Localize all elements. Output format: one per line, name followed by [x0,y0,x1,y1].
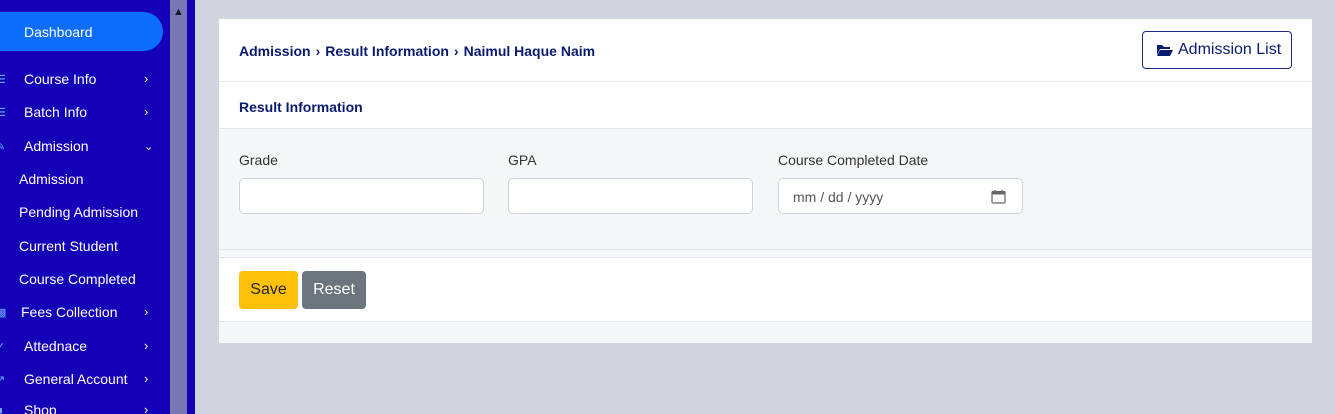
chevron-right-icon: › [144,338,149,353]
sidebar-item-course-info[interactable]: ☰ Course Info › [0,71,170,95]
section-header: Result Information [219,82,1312,129]
sidebar-item-label: Attednace [24,338,88,354]
sidebar-subitem-pending-admission[interactable]: Pending Admission [19,204,138,220]
card-footer [219,321,1312,343]
sidebar-subitem-admission[interactable]: Admission [19,171,84,187]
sidebar-item-general-account[interactable]: ↗ General Account › [0,371,170,395]
course-completed-date-label: Course Completed Date [778,152,929,168]
reset-button[interactable]: Reset [302,271,366,309]
sidebar: Dashboard ☰ Course Info › ☰ Batch Info ›… [0,0,170,414]
sidebar-item-admission[interactable]: ✎ Admission ⌄ [0,138,170,162]
sidebar-item-attendance[interactable]: ✓ Attednace › [0,338,170,362]
sidebar-item-label: Shop [24,402,57,414]
result-form: Grade GPA Course Completed Date mm / dd … [219,129,1312,250]
sidebar-item-label: Batch Info [24,104,88,120]
chevron-right-icon: › [144,304,149,319]
date-placeholder: mm / dd / yyyy [793,189,884,205]
gpa-input[interactable] [508,178,753,214]
form-separator [219,250,1312,258]
chevron-right-icon: › [453,43,459,59]
result-information-card: Admission › Result Information › Naimul Haqu… [219,19,1312,343]
card-header: Admission › Result Information › Naimul Haqu… [219,19,1312,82]
folder-open-icon [1157,45,1173,56]
edit-icon: ✎ [0,141,6,153]
breadcrumb-item-result-information[interactable]: Result Information [325,43,449,59]
shop-icon: ■ [0,405,6,414]
layers-icon: ☰ [0,107,6,119]
sidebar-item-label: Course Info [24,71,97,87]
sidebar-item-shop[interactable]: ■ Shop › [0,402,170,414]
sidebar-item-label: Fees Collection [21,304,118,320]
sidebar-item-batch-info[interactable]: ☰ Batch Info › [0,104,170,128]
save-button[interactable]: Save [239,271,298,309]
chevron-down-icon: ⌄ [144,141,154,153]
sidebar-edge [187,0,195,414]
chevron-right-icon: › [144,402,149,414]
grade-input[interactable] [239,178,484,214]
sidebar-subitem-course-completed[interactable]: Course Completed [19,271,136,287]
sidebar-scrollbar[interactable] [170,0,187,414]
list-icon: ☰ [0,74,6,86]
chevron-right-icon: › [144,371,149,386]
admission-list-button[interactable]: Admission List [1142,31,1292,69]
money-icon: ▩ [0,307,7,319]
sidebar-item-label: General Account [24,371,128,387]
calendar-icon[interactable] [991,189,1006,204]
breadcrumb: Admission › Result Information › Naimul Haqu… [239,43,595,59]
chart-icon: ↗ [0,374,6,386]
section-title: Result Information [239,99,363,115]
scroll-up-icon[interactable]: ▲ [170,4,187,21]
sidebar-item-label: Admission [24,138,89,154]
sidebar-subitem-current-student[interactable]: Current Student [19,238,118,254]
sidebar-item-dashboard-label[interactable]: Dashboard [24,24,93,40]
grade-label: Grade [239,152,278,168]
gpa-label: GPA [508,152,537,168]
admission-list-label: Admission List [1178,41,1282,58]
chevron-right-icon: › [144,71,149,86]
check-circle-icon: ✓ [0,341,6,353]
sidebar-item-fees-collection[interactable]: ▩ Fees Collection › [0,304,170,328]
course-completed-date-input[interactable]: mm / dd / yyyy [778,178,1023,214]
breadcrumb-item-student-name: Naimul Haque Naim [463,43,596,59]
breadcrumb-item-admission[interactable]: Admission [239,43,311,59]
chevron-right-icon: › [315,43,321,59]
chevron-right-icon: › [144,104,149,119]
